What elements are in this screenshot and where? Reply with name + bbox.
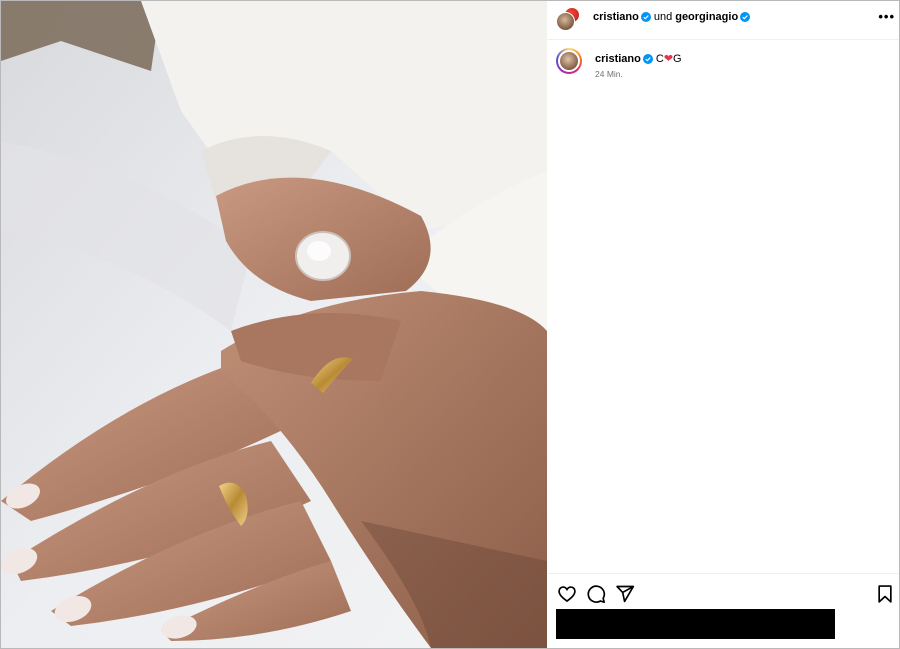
share-icon[interactable] [615,584,635,604]
post-timestamp[interactable]: 24 Min. [595,69,623,79]
caption-letter-c: C [655,53,664,65]
caption-body: C❤G [656,52,682,65]
verified-badge-icon [642,53,653,64]
post-actions-bar [548,573,899,648]
post-authors: cristiano und georginagio [593,11,751,23]
like-heart-icon[interactable] [557,584,577,604]
post-frame: cristiano und georginagio ••• cristiano … [0,0,900,649]
post-header: cristiano und georginagio ••• [548,1,899,40]
heart-emoji-icon: ❤ [663,53,674,65]
author-username-link[interactable]: cristiano [593,11,639,23]
caption-letter-g: G [673,53,682,65]
wedding-rings-photo [1,1,547,648]
avatar [560,52,578,70]
verified-badge-icon [640,12,651,22]
redacted-block [556,609,835,639]
comment-icon[interactable] [586,584,606,604]
bookmark-icon[interactable] [876,584,896,604]
collaborator-username-link[interactable]: georginagio [675,11,738,23]
verified-badge-icon [740,12,751,22]
author-joiner-text: und [653,11,673,23]
caption-username-link[interactable]: cristiano [595,53,641,65]
post-sidebar: cristiano und georginagio ••• cristiano … [548,1,899,648]
avatar[interactable] [556,12,575,31]
more-options-icon[interactable]: ••• [878,10,895,23]
caption-avatar[interactable] [556,48,582,74]
collab-avatars[interactable] [556,6,586,32]
caption-text: cristiano C❤G [595,52,682,66]
post-photo[interactable] [1,1,547,648]
avatar-ring-inner [558,50,580,72]
